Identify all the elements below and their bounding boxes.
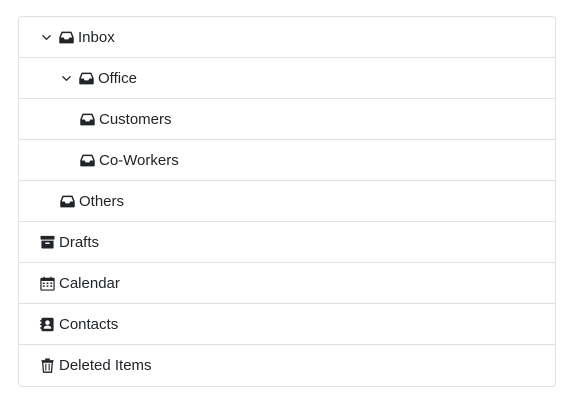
calendar-icon: [39, 275, 55, 291]
tree-item-deleted-items[interactable]: Deleted Items: [19, 345, 555, 386]
tree-item-others[interactable]: Others: [19, 181, 555, 222]
inbox-icon: [78, 70, 94, 86]
tree-item-label: Calendar: [59, 274, 120, 292]
tree-item-label: Customers: [99, 110, 172, 128]
tree-item-office[interactable]: Office: [19, 58, 555, 99]
inbox-icon: [79, 111, 95, 127]
tree-item-co-workers[interactable]: Co-Workers: [19, 140, 555, 181]
tree-item-label: Inbox: [78, 28, 115, 46]
trash-icon: [39, 358, 55, 374]
tree-item-customers[interactable]: Customers: [19, 99, 555, 140]
tree-item-label: Office: [98, 69, 137, 87]
tree-item-calendar[interactable]: Calendar: [19, 263, 555, 304]
tree-item-label: Others: [79, 192, 125, 210]
tree-item-inbox[interactable]: Inbox: [19, 17, 555, 58]
inbox-icon: [79, 152, 95, 168]
contacts-icon: [39, 316, 55, 332]
tree-item-drafts[interactable]: Drafts: [19, 222, 555, 263]
archive-icon: [39, 234, 55, 250]
tree-item-label: Co-Workers: [99, 151, 179, 169]
tree-item-label: Contacts: [59, 315, 119, 333]
tree-item-label: Drafts: [59, 233, 100, 251]
folder-tree: Inbox Office Customers Co-Workers Others: [18, 16, 556, 387]
chevron-down-icon[interactable]: [59, 71, 73, 85]
tree-item-label: Deleted Items: [59, 357, 152, 374]
inbox-icon: [59, 193, 75, 209]
inbox-icon: [58, 29, 74, 45]
tree-item-contacts[interactable]: Contacts: [19, 304, 555, 345]
chevron-down-icon[interactable]: [39, 30, 53, 44]
